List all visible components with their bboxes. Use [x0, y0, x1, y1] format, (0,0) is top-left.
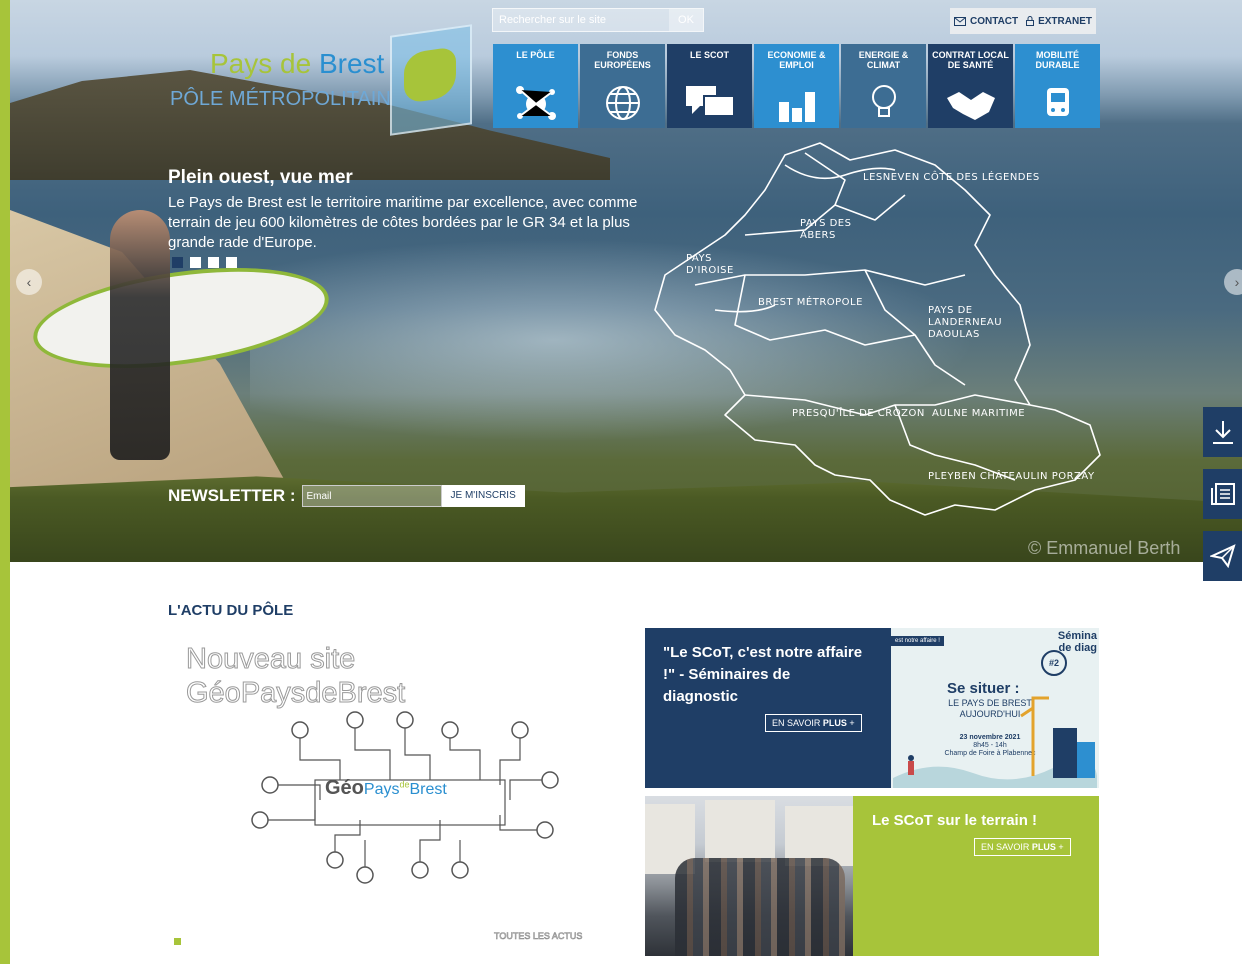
logo-map-icon: [390, 24, 472, 136]
nav-mobilite-durable[interactable]: MOBILITÉ DURABLE: [1015, 44, 1100, 128]
hero-surfer: [110, 210, 170, 460]
news-card-seminaires[interactable]: "Le SCoT, c'est notre affaire !" - Sémin…: [645, 628, 1099, 788]
scot-terrain-photo: [645, 796, 853, 956]
side-documents-button[interactable]: [1203, 469, 1242, 519]
map-region-label: BREST MÉTROPOLE: [758, 297, 863, 308]
featured-news-line2: GéoPaysdeBrest: [185, 677, 406, 710]
side-send-button[interactable]: [1203, 531, 1242, 581]
section-title-actu: L'ACTU DU PÔLE: [168, 602, 294, 619]
nav-energie-climat[interactable]: ENERGIE & CLIMAT: [841, 44, 926, 128]
map-region-label: PAYS DE LANDERNEAU DAOULAS: [928, 305, 1003, 340]
lightbulb-icon: [871, 85, 896, 117]
featured-news-image[interactable]: Nouveau site GéoPaysdeBrest GéoPaysdeBre…: [170, 635, 590, 900]
nav-contrat-local-sante[interactable]: CONTRAT LOCAL DE SANTÉ: [928, 44, 1013, 128]
nav-label: ECONOMIE & EMPLOI: [767, 50, 826, 70]
logo-subtitle: PÔLE MÉTROPOLITAIN: [170, 88, 391, 110]
map-region-label: PAYS DES ABERS: [800, 218, 852, 241]
nav-label: LE PÔLE: [516, 50, 555, 60]
molecule-icon: [515, 86, 556, 120]
news-card-scot-terrain[interactable]: Le SCoT sur le terrain ! EN SAVOIR PLUS …: [645, 796, 1099, 956]
newsletter-subscribe-button[interactable]: JE M'INSCRIS: [441, 485, 525, 507]
map-region-label: LESNEVEN CÔTE DES LÉGENDES: [863, 172, 1040, 183]
download-icon: [1212, 421, 1233, 444]
globe-icon: [605, 86, 640, 120]
nav-economie-emploi[interactable]: ECONOMIE & EMPLOI: [754, 44, 839, 128]
geo-logo: GéoPaysdeBrest: [325, 777, 447, 799]
nav-label: CONTRAT LOCAL DE SANTÉ: [932, 50, 1009, 70]
news-card-title: Le SCoT sur le terrain !: [872, 812, 1038, 829]
tram-icon: [1046, 88, 1069, 116]
logo-title: Pays de Brest: [210, 48, 385, 79]
contact-link[interactable]: CONTACT: [953, 16, 1018, 27]
utility-bar: CONTACT EXTRANET: [950, 8, 1096, 34]
map-region-label: PRESQU'ÎLE DE CROZON: [792, 408, 925, 419]
nav-label: MOBILITÉ DURABLE: [1035, 50, 1080, 70]
hero-title: Plein ouest, vue mer: [168, 167, 353, 188]
site-logo[interactable]: Pays de Brest PÔLE MÉTROPOLITAIN: [170, 24, 472, 140]
read-more-button[interactable]: EN SAVOIR PLUS +: [765, 714, 862, 732]
documents-icon: [1210, 483, 1235, 505]
main-nav: LE PÔLE FONDS EUROPÉENS LE SCOT ECONOMIE…: [493, 44, 1100, 128]
poster-header: est notre affaire !: [891, 636, 944, 646]
nav-fonds-europeens[interactable]: FONDS EUROPÉENS: [580, 44, 665, 128]
map-outline: [654, 142, 1101, 516]
slider-next-icon[interactable]: ›: [1224, 269, 1242, 295]
nav-label: FONDS EUROPÉENS: [594, 50, 651, 70]
slider-dot[interactable]: [208, 257, 219, 268]
hero-caption: Plein ouest, vue mer Le Pays de Brest es…: [168, 167, 638, 253]
search-ok-button[interactable]: OK: [669, 9, 703, 31]
map-region-label: PAYS D'IROISE: [686, 253, 734, 276]
search-input[interactable]: [497, 11, 661, 29]
slider-dots: [172, 257, 237, 268]
envelope-icon: [953, 16, 966, 26]
nav-le-pole[interactable]: LE PÔLE: [493, 44, 578, 128]
news-pager-dot[interactable]: [174, 938, 181, 945]
slider-dot[interactable]: [172, 257, 183, 268]
newsletter-label: NEWSLETTER :: [168, 486, 296, 505]
handshake-icon: [946, 92, 995, 120]
slider-prev-icon[interactable]: ‹: [16, 269, 42, 295]
nav-le-scot[interactable]: LE SCOT: [667, 44, 752, 128]
geo-network-diagram: [251, 711, 559, 884]
photo-credit: © Emmanuel Berth: [1028, 538, 1181, 558]
slider-dot[interactable]: [226, 257, 237, 268]
page: Pays de Brest PÔLE MÉTROPOLITAIN OK CONT…: [10, 0, 1242, 964]
all-news-link[interactable]: TOUTES LES ACTUS: [494, 931, 583, 942]
nav-label: ENERGIE & CLIMAT: [858, 50, 909, 70]
seminar-poster: est notre affaire ! Sémina de diag #2 Se …: [891, 628, 1099, 788]
map-region-label: PLEYBEN CHÂTEAULIN PORZAY: [928, 471, 1095, 482]
hero-slider: Pays de Brest PÔLE MÉTROPOLITAIN OK CONT…: [10, 0, 1242, 562]
slider-dot[interactable]: [190, 257, 201, 268]
speech-bubbles-icon: [685, 86, 735, 117]
newsletter-form: NEWSLETTER : JE M'INSCRIS: [168, 485, 525, 507]
bar-chart-icon: [778, 92, 815, 122]
featured-news-line1: Nouveau site: [185, 643, 356, 676]
map-region-label: AULNE MARITIME: [932, 408, 1026, 419]
send-icon: [1209, 544, 1236, 568]
extranet-link[interactable]: EXTRANET: [1026, 16, 1092, 27]
news-card-title: "Le SCoT, c'est notre affaire !" - Sémin…: [663, 644, 863, 705]
lock-icon: [1026, 16, 1035, 26]
poster-illustration: [893, 696, 1097, 788]
read-more-button[interactable]: EN SAVOIR PLUS +: [974, 838, 1071, 856]
newsletter-email-input[interactable]: [301, 485, 442, 507]
nav-label: LE SCOT: [689, 50, 729, 60]
site-search: OK: [492, 8, 704, 32]
poster-tag: Sémina de diag: [1057, 630, 1097, 654]
side-download-button[interactable]: [1203, 407, 1242, 457]
hero-text: Le Pays de Brest est le territoire marit…: [168, 194, 638, 251]
